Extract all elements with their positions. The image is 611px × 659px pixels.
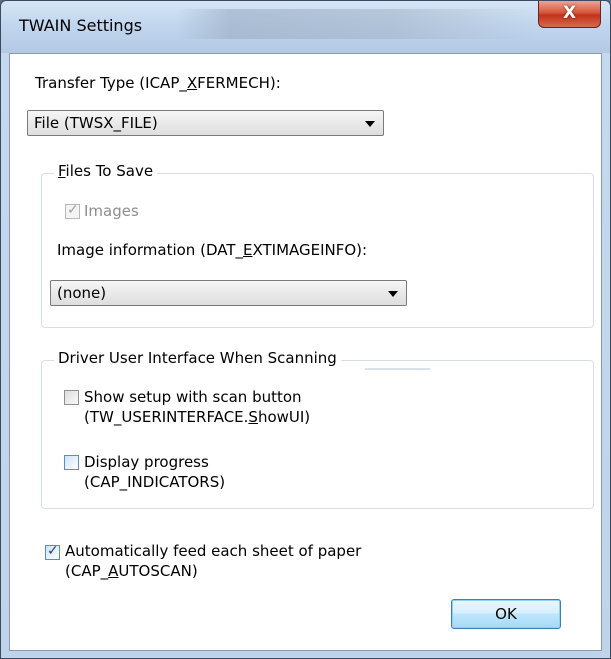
driver-ui-title: Driver User Interface When Scanning bbox=[54, 349, 341, 367]
transfer-type-label: Transfer Type (ICAP_XFERMECH): bbox=[35, 74, 281, 92]
window-title: TWAIN Settings bbox=[19, 16, 143, 35]
show-setup-checkbox[interactable] bbox=[64, 390, 79, 405]
dialog-client-area: Transfer Type (ICAP_XFERMECH): File (TWS… bbox=[9, 53, 602, 651]
check-icon: ✓ bbox=[67, 202, 79, 218]
divider-line bbox=[365, 368, 430, 370]
check-icon: ✓ bbox=[47, 543, 59, 559]
images-checkbox[interactable]: ✓ bbox=[65, 202, 80, 219]
files-to-save-title: Files To Save bbox=[54, 162, 158, 180]
autofeed-checkbox[interactable]: ✓ bbox=[45, 543, 60, 560]
title-bar[interactable]: TWAIN Settings bbox=[1, 1, 610, 53]
show-setup-label: Show setup with scan button (TW_USERINTE… bbox=[84, 388, 311, 426]
background-window-blur bbox=[176, 9, 536, 39]
ok-button[interactable]: OK bbox=[451, 599, 561, 629]
chevron-down-icon bbox=[388, 291, 398, 297]
close-button[interactable]: X bbox=[538, 1, 601, 28]
transfer-type-dropdown[interactable]: File (TWSX_FILE) bbox=[27, 110, 384, 136]
autofeed-label: Automatically feed each sheet of paper (… bbox=[65, 542, 362, 580]
images-label: Images bbox=[84, 202, 139, 220]
image-info-dropdown[interactable]: (none) bbox=[50, 280, 407, 306]
image-info-value: (none) bbox=[57, 284, 107, 302]
image-info-label: Image information (DAT_EXTIMAGEINFO): bbox=[57, 241, 368, 259]
display-progress-label: Display progress (CAP_INDICATORS) bbox=[84, 453, 226, 491]
dialog-window: TWAIN Settings X Transfer Type (ICAP_XFE… bbox=[0, 0, 611, 659]
close-icon: X bbox=[562, 3, 577, 23]
display-progress-checkbox[interactable] bbox=[64, 455, 79, 470]
chevron-down-icon bbox=[365, 121, 375, 127]
transfer-type-value: File (TWSX_FILE) bbox=[34, 114, 158, 132]
